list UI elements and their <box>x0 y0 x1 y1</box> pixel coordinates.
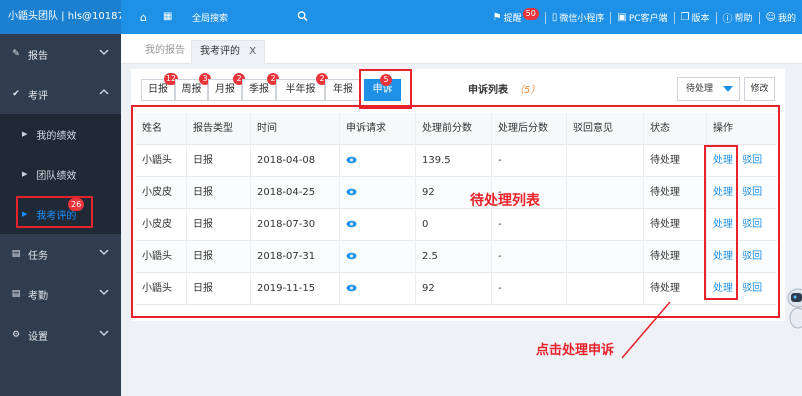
sidebar-sub-label: 团队绩效 <box>36 170 77 182</box>
highlight-box <box>359 69 412 109</box>
me-item[interactable]: ☺ 我的 <box>766 11 796 24</box>
filter-label: 周报 <box>181 84 202 95</box>
chevron-down-icon <box>99 330 109 336</box>
brand-label: 小鼯头团队 | hls@10187 <box>0 0 121 34</box>
grid-icon[interactable]: ▦ <box>163 11 172 22</box>
filter-label: 半年报 <box>285 84 316 95</box>
filter-yearly[interactable]: 年报 <box>325 79 361 101</box>
top-right-menu: ⚑ 提醒 50 ▯ 微信小程序 ▣ PC客户端 ❐ 版本 ⓘ 帮助 ☺ 我的 <box>487 7 796 25</box>
mini-program-item[interactable]: ▯ 微信小程序 <box>552 11 605 24</box>
list-count: （5） <box>514 85 541 96</box>
filter-label: 月报 <box>215 84 235 95</box>
pending-list-annotation: 待处理列表 <box>470 193 540 209</box>
chevron-up-icon <box>99 89 109 95</box>
page-tabs: 我的报告 我考评的 X <box>121 34 802 64</box>
tab-my-report[interactable]: 我的报告 <box>137 40 193 64</box>
chevron-down-icon <box>99 49 109 55</box>
status-select[interactable]: 待处理 <box>677 77 740 101</box>
sidebar-item-attendance[interactable]: ▤ 考勤 <box>0 274 121 314</box>
sidebar-item-report[interactable]: ✎ 报告 <box>0 34 121 74</box>
caret-down-icon <box>723 86 733 92</box>
sidebar-sub-label: 我的绩效 <box>36 130 77 142</box>
sidebar-item-label: 考勤 <box>28 290 48 302</box>
list-title-text: 申诉列表 <box>468 85 508 96</box>
filter-half-year[interactable]: 半年报 2 <box>276 73 328 101</box>
pc-client-item[interactable]: ▣ PC客户端 <box>617 11 667 24</box>
reminder-item[interactable]: ⚑ 提醒 50 <box>492 7 539 24</box>
pc-client-label: PC客户端 <box>628 14 668 24</box>
divider <box>758 11 760 24</box>
close-icon[interactable]: X <box>249 46 256 57</box>
divider <box>544 11 546 24</box>
help-label: 帮助 <box>734 14 753 24</box>
tab-label: 我考评的 <box>200 46 240 57</box>
tab-label: 我的报告 <box>145 45 185 56</box>
check-icon: ✔ <box>12 89 20 99</box>
caret-right-icon: ▶ <box>22 130 28 138</box>
list-icon: ▤ <box>11 249 21 259</box>
help-icon: ⓘ <box>722 14 733 25</box>
chevron-down-icon <box>99 249 109 255</box>
version-item[interactable]: ❐ 版本 <box>681 11 710 24</box>
sidebar-item-label: 考评 <box>28 90 48 102</box>
filter-label: 季报 <box>249 84 269 95</box>
list-title: 申诉列表 （5） <box>468 81 540 96</box>
sidebar-item-settings[interactable]: ⚙ 设置 <box>0 315 121 355</box>
filter-monthly[interactable]: 月报 2 <box>208 73 245 101</box>
bell-icon: ⚑ <box>492 12 502 23</box>
mini-program-label: 微信小程序 <box>559 14 605 24</box>
sidebar-item-task[interactable]: ▤ 任务 <box>0 234 121 274</box>
filter-quarterly[interactable]: 季报 2 <box>242 73 279 101</box>
caret-right-icon: ▶ <box>22 170 28 178</box>
filter-label: 日报 <box>148 84 168 95</box>
tab-my-evaluated[interactable]: 我考评的 X <box>191 40 266 64</box>
sidebar-item-label: 设置 <box>28 331 48 343</box>
reminder-label: 提醒 <box>503 14 522 24</box>
sidebar-item-evaluate[interactable]: ✔ 考评 <box>0 74 121 114</box>
gear-icon: ⚙ <box>11 330 21 340</box>
reminder-badge: 50 <box>522 7 539 20</box>
chevron-down-icon <box>99 289 109 295</box>
click-hint-annotation: 点击处理申诉 <box>536 343 615 358</box>
global-search-label[interactable]: 全局搜索 <box>192 11 228 24</box>
user-icon: ☺ <box>765 12 776 23</box>
action-highlight-box <box>704 145 738 300</box>
sidebar-sub-team-performance[interactable]: ▶ 团队绩效 <box>0 154 121 194</box>
select-value: 待处理 <box>686 84 714 94</box>
me-label: 我的 <box>777 14 796 24</box>
search-icon[interactable] <box>297 10 308 22</box>
sidebar-item-label: 报告 <box>28 50 48 62</box>
edit-button[interactable]: 修改 <box>744 77 775 101</box>
sidebar: ✎ 报告 ✔ 考评 ▶ 我的绩效 ▶ 团队绩效 ▶ 我考评的 26 ▤ 任务 ▤… <box>0 34 121 396</box>
divider <box>715 11 717 24</box>
phone-icon: ▯ <box>551 12 558 23</box>
monitor-icon: ▣ <box>617 12 627 23</box>
help-item[interactable]: ⓘ 帮助 <box>723 10 753 25</box>
filter-weekly[interactable]: 周报 3 <box>175 73 211 101</box>
home-icon[interactable]: ⌂ <box>140 11 147 24</box>
list-icon: ▤ <box>11 289 21 299</box>
copy-icon: ❐ <box>680 12 690 23</box>
robot-mascot-icon <box>787 288 802 329</box>
divider <box>610 11 612 24</box>
top-bar: 小鼯头团队 | hls@10187 ⌂ ▦ 全局搜索 ⚑ 提醒 50 ▯ 微信小… <box>0 0 802 34</box>
sidebar-item-label: 任务 <box>28 250 48 262</box>
table-highlight-box <box>131 105 780 318</box>
filter-daily[interactable]: 日报 12 <box>141 73 178 101</box>
edit-icon: ✎ <box>12 49 20 59</box>
sidebar-sub-my-performance[interactable]: ▶ 我的绩效 <box>0 114 121 154</box>
highlight-box <box>16 196 93 228</box>
filter-label: 年报 <box>333 84 353 95</box>
divider <box>673 11 675 24</box>
version-label: 版本 <box>691 14 710 24</box>
